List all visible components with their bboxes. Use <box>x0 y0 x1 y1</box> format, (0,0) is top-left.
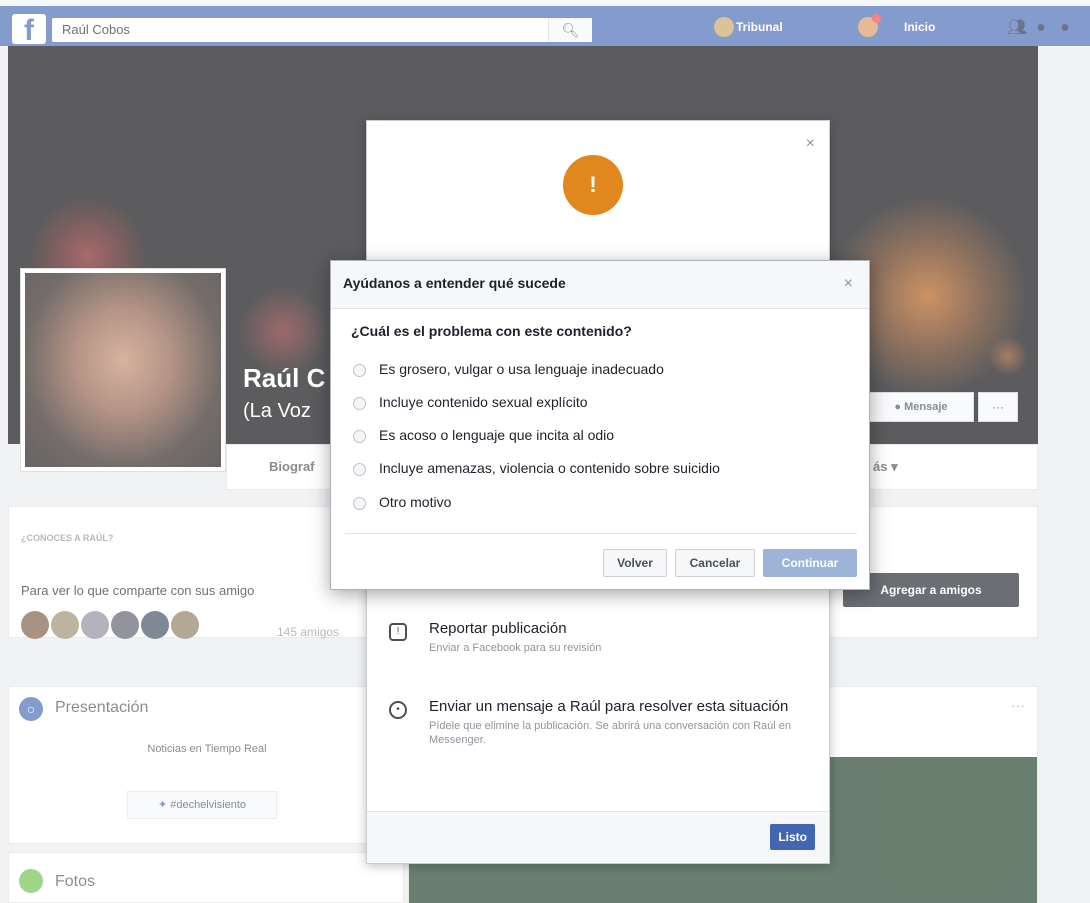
dialog-question: ¿Cuál es el problema con este contenido? <box>351 323 632 339</box>
close-icon[interactable]: × <box>806 135 815 153</box>
radio-button[interactable] <box>353 364 366 377</box>
messenger-icon: • <box>389 701 407 719</box>
close-icon[interactable]: × <box>844 275 853 293</box>
report-post-title: Reportar publicación <box>429 620 567 637</box>
cancel-button[interactable]: Cancelar <box>675 549 755 577</box>
message-user-description: Pídele que elimine la publicación. Se ab… <box>429 720 792 746</box>
reason-option-label[interactable]: Incluye amenazas, violencia o contenido … <box>379 460 720 476</box>
dialog-divider <box>345 533 857 534</box>
radio-button[interactable] <box>353 463 366 476</box>
radio-button[interactable] <box>353 497 366 510</box>
report-flag-icon: ! <box>563 155 623 215</box>
reason-option-label[interactable]: Es grosero, vulgar o usa lenguaje inadec… <box>379 361 664 377</box>
radio-button[interactable] <box>353 430 366 443</box>
report-reason-dialog: Ayúdanos a entender qué sucede × ¿Cuál e… <box>330 260 870 590</box>
report-icon: ! <box>389 623 407 641</box>
continue-button[interactable]: Continuar <box>763 549 857 577</box>
report-post-option[interactable]: ! Reportar publicación Enviar a Facebook… <box>389 619 809 655</box>
message-user-title: Enviar un mensaje a Raúl para resolver e… <box>429 698 789 715</box>
reason-option-label[interactable]: Incluye contenido sexual explícito <box>379 394 588 410</box>
report-options-footer: Listo <box>367 811 829 863</box>
back-button[interactable]: Volver <box>603 549 667 577</box>
report-post-description: Enviar a Facebook para su revisión <box>429 642 602 654</box>
dialog-header: Ayúdanos a entender qué sucede × <box>331 261 869 309</box>
dialog-title: Ayúdanos a entender qué sucede <box>343 275 566 291</box>
message-user-option[interactable]: • Enviar un mensaje a Raúl para resolver… <box>389 697 809 747</box>
reason-option-label[interactable]: Otro motivo <box>379 494 451 510</box>
reason-option-label[interactable]: Es acoso o lenguaje que incita al odio <box>379 427 614 443</box>
radio-button[interactable] <box>353 397 366 410</box>
done-button[interactable]: Listo <box>770 824 815 850</box>
